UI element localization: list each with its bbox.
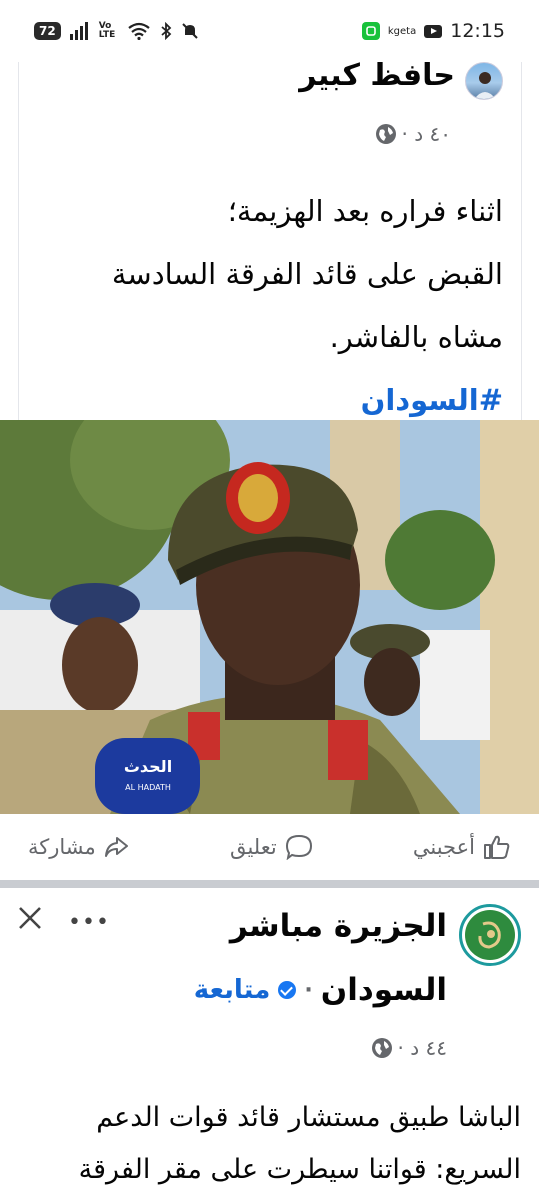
mute-icon — [181, 23, 198, 39]
post-line: الباشا طبيق مستشار قائد قوات الدعم — [96, 1102, 521, 1133]
share-icon — [104, 837, 128, 857]
globe-icon — [371, 1038, 392, 1058]
post-card: ••• الجزيرة مباشر السودان · متابعة ٤٤ د … — [0, 888, 539, 1200]
page-name-line2: السودان · متابعة — [194, 972, 447, 1008]
follow-button[interactable]: متابعة — [194, 975, 271, 1005]
like-icon — [483, 835, 510, 859]
close-icon[interactable] — [16, 904, 44, 932]
post-body: الباشا طبيق مستشار قائد قوات الدعم السري… — [21, 1092, 521, 1196]
volte-indicator: Vo LTE — [98, 21, 116, 40]
status-right: kgeta 12:15 — [361, 18, 505, 44]
post-actions: مشاركة تعليق أعجبني — [0, 814, 539, 880]
post-card: حافظ كبير ٤٠ د · اثناء فراره بعد الهزيمة… — [18, 58, 522, 420]
post-line: اثناء فراره بعد الهزيمة؛ — [227, 194, 503, 228]
wifi-icon — [128, 22, 150, 40]
post-body: اثناء فراره بعد الهزيمة؛ القبض على قائد … — [33, 180, 503, 432]
author-name[interactable]: حافظ كبير — [299, 58, 455, 93]
author-avatar[interactable] — [465, 62, 503, 100]
post-meta: ٤٠ د · — [375, 122, 451, 146]
page-name-continued[interactable]: السودان — [321, 972, 447, 1008]
share-button[interactable]: مشاركة — [28, 835, 130, 859]
clock: 12:15 — [450, 20, 505, 42]
post-meta: ٤٤ د · — [371, 1036, 447, 1060]
name-separator: · — [304, 977, 313, 1003]
status-left: 72 Vo LTE — [34, 18, 199, 44]
share-label: مشاركة — [28, 835, 96, 859]
post-photo[interactable]: الحدث AL HADATH — [0, 420, 539, 814]
post-line: السريع: قواتنا سيطرت على مقر الفرقة — [78, 1154, 521, 1185]
status-bar: 72 Vo LTE kgeta 12:15 — [0, 0, 539, 62]
comment-icon — [285, 834, 312, 860]
like-button[interactable]: أعجبني — [413, 834, 511, 860]
feed-separator — [0, 880, 539, 888]
app-notification-icon — [361, 22, 380, 40]
post-time[interactable]: ٤٠ د · — [402, 122, 451, 146]
mic-logo-text: الحدث — [124, 757, 172, 776]
post-line: مشاه بالفاشر. — [329, 320, 503, 354]
battery-level: 72 — [34, 22, 61, 40]
comment-label: تعليق — [229, 835, 277, 859]
youtube-icon — [424, 24, 443, 38]
app-notification-label: kgeta — [387, 25, 417, 37]
post-line: القبض على قائد الفرقة السادسة — [111, 257, 503, 291]
verified-badge-icon — [278, 981, 297, 999]
more-options-icon[interactable]: ••• — [68, 910, 110, 935]
aljazeera-logo-icon — [465, 910, 515, 960]
mic-subtext: AL HADATH — [125, 783, 171, 792]
comment-button[interactable]: تعليق — [230, 834, 313, 860]
post-time[interactable]: ٤٤ د · — [398, 1036, 447, 1060]
like-label: أعجبني — [412, 835, 475, 859]
bluetooth-icon — [161, 22, 172, 40]
page-name[interactable]: الجزيرة مباشر — [230, 908, 447, 944]
signal-icon — [69, 22, 88, 40]
page-avatar[interactable] — [459, 904, 521, 966]
globe-icon — [375, 124, 396, 144]
